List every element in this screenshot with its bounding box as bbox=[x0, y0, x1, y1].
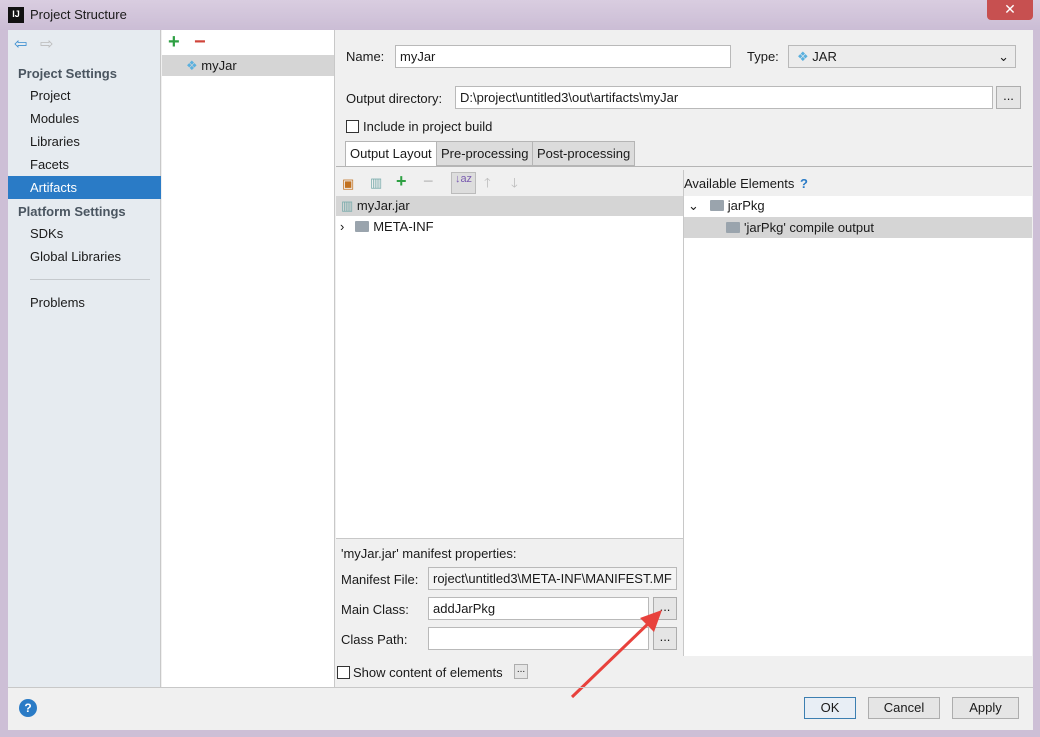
sidebar: ⇦ ⇨ Project Settings Project Modules Lib… bbox=[8, 30, 161, 687]
tab-post-processing[interactable]: Post-processing bbox=[532, 141, 636, 166]
show-content-checkbox[interactable] bbox=[337, 666, 350, 679]
project-settings-heading: Project Settings bbox=[18, 66, 117, 81]
tree-item-label: 'jarPkg' compile output bbox=[744, 220, 874, 235]
manifest-file-input[interactable]: roject\untitled3\META-INF\MANIFEST.MF bbox=[428, 567, 677, 590]
show-content-label: Show content of elements bbox=[353, 665, 503, 680]
sidebar-item-global-libraries[interactable]: Global Libraries bbox=[8, 245, 161, 268]
cancel-button[interactable]: Cancel bbox=[868, 697, 940, 719]
include-build-label: Include in project build bbox=[363, 119, 493, 134]
tab-output-layout[interactable]: Output Layout bbox=[345, 141, 437, 167]
remove-icon[interactable]: − bbox=[423, 171, 434, 192]
folder-icon bbox=[726, 222, 740, 233]
footer-divider bbox=[8, 687, 1033, 688]
window-title: Project Structure bbox=[30, 7, 127, 22]
output-directory-label: Output directory: bbox=[346, 91, 443, 106]
tab-divider bbox=[336, 166, 1032, 167]
chevron-right-icon: › bbox=[340, 219, 345, 234]
sidebar-item-facets[interactable]: Facets bbox=[8, 153, 161, 176]
show-content-options-button[interactable]: ... bbox=[514, 664, 528, 679]
tree-item[interactable]: ⌄ jarPkg bbox=[688, 196, 765, 216]
output-browse-button[interactable]: ... bbox=[996, 86, 1021, 109]
list-item[interactable]: ❖ myJar bbox=[162, 55, 334, 76]
archive-icon[interactable]: ▥ bbox=[370, 175, 382, 191]
name-label: Name: bbox=[346, 49, 385, 64]
layout-tree: ▥ myJar.jar › META-INF bbox=[336, 196, 683, 538]
available-tree: ⌄ jarPkg 'jarPkg' compile output bbox=[684, 196, 1032, 656]
help-icon[interactable]: ? bbox=[19, 699, 37, 717]
annotation-arrow bbox=[570, 610, 662, 699]
tree-item[interactable]: 'jarPkg' compile output bbox=[684, 217, 1032, 238]
divider bbox=[30, 279, 150, 280]
move-up-icon[interactable]: 🡑 bbox=[484, 174, 491, 196]
sort-icon[interactable]: ↓az bbox=[451, 172, 476, 194]
tree-item[interactable]: › META-INF bbox=[336, 217, 434, 237]
output-directory-input[interactable]: D:\project\untitled3\out\artifacts\myJar bbox=[455, 86, 993, 109]
add-icon[interactable]: + bbox=[168, 31, 180, 54]
forward-icon[interactable]: ⇨ bbox=[40, 34, 53, 54]
title-bar: IJ Project Structure ✕ bbox=[0, 0, 1040, 30]
tab-pre-processing[interactable]: Pre-processing bbox=[436, 141, 534, 166]
remove-icon[interactable]: − bbox=[194, 31, 206, 54]
manifest-file-label: Manifest File: bbox=[341, 572, 419, 587]
type-value: JAR bbox=[812, 49, 837, 64]
main-class-label: Main Class: bbox=[341, 602, 409, 617]
ok-button[interactable]: OK bbox=[804, 697, 856, 719]
sidebar-item-modules[interactable]: Modules bbox=[8, 107, 161, 130]
new-folder-icon[interactable]: ▣ bbox=[342, 176, 354, 192]
chevron-down-icon: ⌄ bbox=[998, 49, 1009, 64]
folder-icon bbox=[355, 221, 370, 232]
sidebar-item-problems[interactable]: Problems bbox=[8, 291, 161, 314]
add-icon[interactable]: + bbox=[396, 171, 407, 192]
help-icon[interactable]: ? bbox=[800, 176, 808, 191]
name-input[interactable]: myJar bbox=[395, 45, 731, 68]
type-label: Type: bbox=[747, 49, 779, 64]
artifact-list: + − ❖ myJar bbox=[162, 30, 335, 687]
sidebar-item-libraries[interactable]: Libraries bbox=[8, 130, 161, 153]
back-icon[interactable]: ⇦ bbox=[14, 34, 27, 54]
sidebar-item-artifacts[interactable]: Artifacts bbox=[8, 176, 161, 199]
manifest-title: 'myJar.jar' manifest properties: bbox=[341, 546, 517, 561]
module-icon bbox=[709, 200, 724, 211]
divider bbox=[336, 538, 683, 539]
tree-item[interactable]: ▥ myJar.jar bbox=[336, 196, 683, 216]
app-icon: IJ bbox=[8, 7, 24, 23]
apply-button[interactable]: Apply bbox=[952, 697, 1019, 719]
list-item-label: myJar bbox=[201, 58, 237, 73]
chevron-down-icon: ⌄ bbox=[688, 198, 699, 213]
platform-settings-heading: Platform Settings bbox=[18, 204, 126, 219]
class-path-label: Class Path: bbox=[341, 632, 408, 647]
jar-icon: ❖ bbox=[186, 58, 198, 73]
sidebar-item-project[interactable]: Project bbox=[8, 84, 161, 107]
tree-item-label: META-INF bbox=[373, 219, 434, 234]
close-button[interactable]: ✕ bbox=[987, 0, 1033, 20]
jar-icon: ❖ bbox=[797, 49, 809, 64]
include-build-checkbox[interactable] bbox=[346, 120, 359, 133]
tree-item-label: jarPkg bbox=[727, 198, 765, 213]
sidebar-item-sdks[interactable]: SDKs bbox=[8, 222, 161, 245]
move-down-icon[interactable]: 🡓 bbox=[511, 174, 518, 196]
jar-file-icon: ▥ bbox=[341, 198, 354, 213]
tree-item-label: myJar.jar bbox=[356, 198, 410, 213]
available-elements-title: Available Elements bbox=[684, 176, 795, 191]
type-select[interactable]: ❖ JAR ⌄ bbox=[788, 45, 1016, 68]
